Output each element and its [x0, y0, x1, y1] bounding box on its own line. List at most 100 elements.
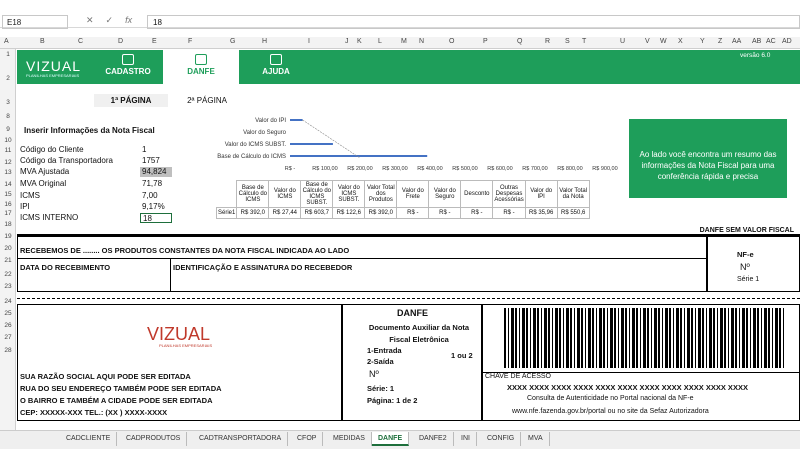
- row-header[interactable]: 12: [0, 159, 16, 166]
- column-header[interactable]: A: [4, 38, 9, 45]
- column-header[interactable]: E: [152, 38, 157, 45]
- column-header[interactable]: Q: [517, 38, 522, 45]
- sheet-tab[interactable]: CADPRODUTOS: [120, 432, 188, 446]
- column-header[interactable]: L: [378, 38, 382, 45]
- row-header[interactable]: 19: [0, 233, 16, 240]
- column-header[interactable]: J: [345, 38, 349, 45]
- summary-value-cell[interactable]: R$ -: [428, 207, 462, 219]
- summary-header-cell[interactable]: Base de Cálculo do ICMS SUBST.: [300, 180, 334, 208]
- column-header[interactable]: R: [545, 38, 550, 45]
- row-header[interactable]: 11: [0, 147, 16, 154]
- row-header[interactable]: 18: [0, 221, 16, 228]
- summary-value-cell[interactable]: R$ 603,7: [300, 207, 334, 219]
- info-value[interactable]: 1: [140, 145, 172, 155]
- summary-header-cell[interactable]: Valor do ICMS: [268, 180, 302, 208]
- summary-header-cell[interactable]: Desconto: [460, 180, 494, 208]
- row-header[interactable]: 23: [0, 283, 16, 290]
- column-header[interactable]: N: [419, 38, 424, 45]
- summary-header-cell[interactable]: Valor Total da Nota: [556, 180, 590, 208]
- sheet-tab[interactable]: DANFE: [372, 432, 410, 446]
- subtab-page1[interactable]: 1ª PÁGINA: [94, 94, 168, 107]
- tab-cadastro[interactable]: CADASTRO: [90, 50, 166, 84]
- summary-header-cell[interactable]: Valor do Seguro: [428, 180, 462, 208]
- formula-input[interactable]: 18: [147, 15, 800, 29]
- info-value[interactable]: 1757: [140, 156, 172, 166]
- column-header[interactable]: S: [565, 38, 570, 45]
- column-header[interactable]: T: [582, 38, 586, 45]
- column-header[interactable]: U: [620, 38, 625, 45]
- summary-header-cell[interactable]: Valor do Frete: [396, 180, 430, 208]
- row-header[interactable]: 16: [0, 201, 16, 208]
- column-header[interactable]: V: [645, 38, 650, 45]
- sheet-tab[interactable]: INI: [455, 432, 477, 446]
- column-header[interactable]: Z: [718, 38, 722, 45]
- column-header[interactable]: W: [660, 38, 667, 45]
- summary-value-cell[interactable]: R$ -: [396, 207, 430, 219]
- sheet-tab[interactable]: MVA: [522, 432, 550, 446]
- summary-header-cell[interactable]: Outras Despesas Acessórias: [492, 180, 526, 208]
- cancel-icon[interactable]: ✕: [86, 15, 94, 29]
- summary-header-cell[interactable]: Valor do IPI: [524, 180, 558, 208]
- column-header[interactable]: AD: [782, 38, 792, 45]
- summary-value-cell[interactable]: R$ 550,6: [556, 207, 590, 219]
- info-value[interactable]: 7,00: [140, 191, 172, 201]
- column-header[interactable]: B: [40, 38, 45, 45]
- column-header[interactable]: K: [357, 38, 362, 45]
- row-header[interactable]: 28: [0, 347, 16, 354]
- column-header[interactable]: M: [401, 38, 407, 45]
- sheet-tab[interactable]: CONFIG: [481, 432, 522, 446]
- subtab-page2[interactable]: 2ª PÁGINA: [170, 94, 244, 107]
- row-header[interactable]: 9: [0, 126, 16, 133]
- row-header[interactable]: 17: [0, 210, 16, 217]
- confirm-icon[interactable]: ✓: [106, 15, 114, 29]
- row-header[interactable]: 2: [0, 75, 16, 82]
- row-header[interactable]: 26: [0, 322, 16, 329]
- column-header[interactable]: C: [78, 38, 83, 45]
- row-header[interactable]: 21: [0, 257, 16, 264]
- row-header[interactable]: 10: [0, 137, 16, 144]
- column-header[interactable]: P: [483, 38, 488, 45]
- row-header[interactable]: 1: [0, 51, 16, 58]
- row-header[interactable]: 22: [0, 271, 16, 278]
- summary-header-cell[interactable]: Valor Total dos Produtos: [364, 180, 398, 208]
- sheet-tab[interactable]: MEDIDAS: [327, 432, 372, 446]
- row-header[interactable]: 15: [0, 191, 16, 198]
- column-header[interactable]: I: [308, 38, 310, 45]
- row-header[interactable]: 14: [0, 181, 16, 188]
- summary-row-label[interactable]: Série1: [215, 207, 238, 219]
- info-value[interactable]: 94,824: [140, 167, 172, 177]
- summary-header-cell[interactable]: Base de Cálculo do ICMS: [236, 180, 270, 208]
- info-value[interactable]: 9,17%: [140, 202, 172, 212]
- summary-value-cell[interactable]: R$ 122,6: [332, 207, 366, 219]
- column-header[interactable]: AC: [766, 38, 776, 45]
- row-header[interactable]: 8: [0, 113, 16, 120]
- info-value-selected[interactable]: 18: [140, 213, 172, 223]
- column-header[interactable]: AA: [732, 38, 741, 45]
- column-header[interactable]: H: [262, 38, 267, 45]
- column-header[interactable]: AB: [752, 38, 761, 45]
- tab-ajuda[interactable]: AJUDA: [238, 50, 314, 84]
- tab-danfe[interactable]: DANFE: [163, 50, 239, 84]
- row-header[interactable]: 25: [0, 310, 16, 317]
- sheet-tab[interactable]: CADTRANSPORTADORA: [193, 432, 289, 446]
- column-header[interactable]: Y: [700, 38, 705, 45]
- row-header[interactable]: 20: [0, 245, 16, 252]
- row-header[interactable]: 24: [0, 298, 16, 305]
- column-header[interactable]: G: [230, 38, 235, 45]
- summary-value-cell[interactable]: R$ 392,0: [364, 207, 398, 219]
- row-header[interactable]: 13: [0, 169, 16, 176]
- column-header[interactable]: D: [118, 38, 123, 45]
- column-header[interactable]: F: [188, 38, 192, 45]
- row-header[interactable]: 3: [0, 99, 16, 106]
- summary-header-cell[interactable]: Valor do ICMS SUBST.: [332, 180, 366, 208]
- sheet-tab[interactable]: DANFE2: [413, 432, 454, 446]
- summary-value-cell[interactable]: R$ 392,0: [236, 207, 270, 219]
- name-box[interactable]: E18: [2, 15, 68, 29]
- info-value[interactable]: 71,78: [140, 179, 172, 189]
- summary-value-cell[interactable]: R$ -: [492, 207, 526, 219]
- column-header[interactable]: O: [449, 38, 454, 45]
- function-icon[interactable]: fx: [125, 15, 132, 29]
- summary-value-cell[interactable]: R$ -: [460, 207, 494, 219]
- column-header[interactable]: X: [678, 38, 683, 45]
- row-header[interactable]: 27: [0, 334, 16, 341]
